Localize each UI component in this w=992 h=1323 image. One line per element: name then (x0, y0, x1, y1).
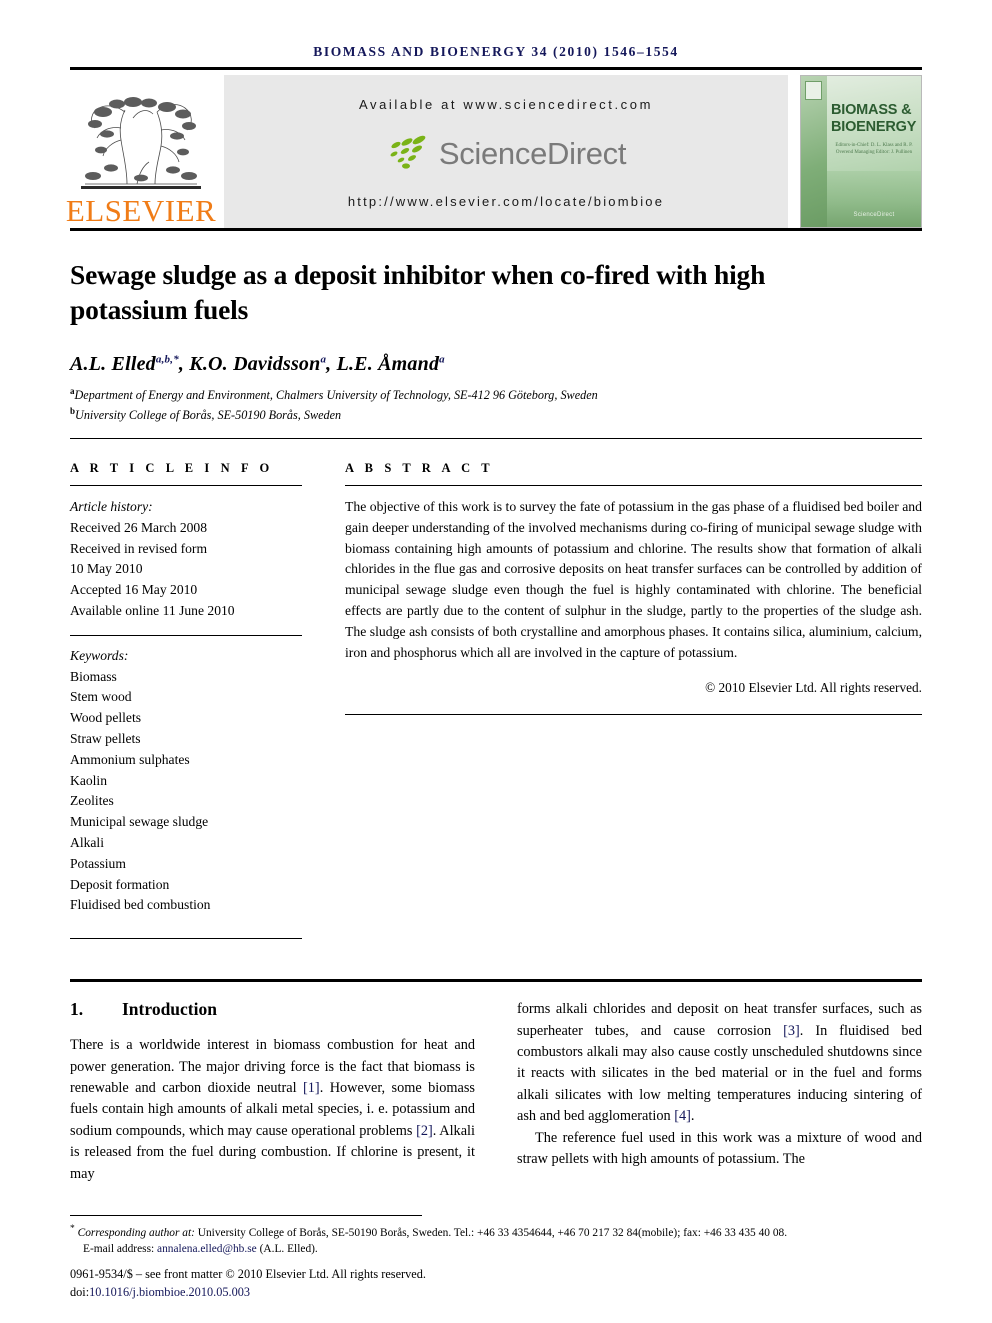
abstract-copyright: © 2010 Elsevier Ltd. All rights reserved… (705, 679, 922, 695)
cover-sciencedirect-logo: ScienceDirect (853, 212, 895, 218)
issn-doi-block: 0961-9534/$ – see front matter © 2010 El… (70, 1266, 922, 1301)
corresponding-author-note: * Corresponding author at: University Co… (70, 1223, 922, 1241)
paragraph: There is a worldwide interest in biomass… (70, 1035, 475, 1185)
keyword-item: Zeolites (70, 793, 114, 809)
sciencedirect-wordmark: ScienceDirect (438, 135, 627, 171)
author-affil-marker: a (320, 353, 327, 366)
header-rule-bottom (70, 228, 922, 231)
masthead: ELSEVIER Available at www.sciencedirect.… (66, 75, 922, 228)
available-at-text: Available at www.sciencedirect.com (358, 97, 654, 112)
cover-editors: Editors-in-Chief: D. L. Klass and R. P. … (835, 143, 913, 156)
sciencedirect-leaf-icon (390, 135, 426, 169)
author-affil-marker: a (439, 353, 445, 366)
body-column-right: forms alkali chlorides and deposit on he… (517, 999, 922, 1185)
section-number: 1. (70, 999, 84, 1020)
history-label: Article history: (70, 499, 153, 514)
column-gap (302, 461, 345, 939)
author-name: L.E. Åmand (336, 353, 440, 376)
author-name: K.O. Davidsson (189, 353, 321, 376)
abstract-column: A B S T R A C T The objective of this wo… (345, 461, 922, 939)
email-link[interactable]: annalena.elled@hb.se (157, 1243, 257, 1255)
email-label: E-mail address: (83, 1243, 155, 1256)
affiliation-list: aDepartment of Energy and Environment, C… (70, 385, 922, 424)
keyword-item: Stem wood (70, 689, 132, 705)
keyword-item: Kaolin (70, 772, 107, 788)
corresponding-label: Corresponding author at: (77, 1227, 195, 1239)
elsevier-wordmark: ELSEVIER (65, 193, 217, 228)
body-column-left: 1. Introduction There is a worldwide int… (70, 999, 475, 1185)
cover-title-line1: BIOMASS & (831, 102, 912, 118)
keywords-list: Keywords: Biomass Stem wood Wood pellets… (70, 636, 302, 916)
paragraph: The reference fuel used in this work was… (517, 1129, 922, 1168)
keyword-item: Ammonium sulphates (70, 751, 190, 767)
article-page: BIOMASS AND BIOENERGY 34 (2010) 1546–155… (0, 0, 992, 1323)
article-info-column: A R T I C L E I N F O Article history: R… (70, 461, 302, 940)
keyword-item: Potassium (70, 855, 126, 871)
keyword-item: Straw pellets (70, 730, 141, 746)
keyword-item: Municipal sewage sludge (70, 814, 209, 830)
history-item: Accepted 16 May 2010 (70, 582, 198, 598)
citation-ref-3[interactable]: [3] (783, 1023, 800, 1039)
author-name: A.L. Elled (70, 353, 156, 376)
history-item: 10 May 2010 (70, 561, 143, 577)
paragraph: forms alkali chlorides and deposit on he… (517, 999, 922, 1128)
history-item: Received in revised form (70, 540, 208, 556)
citation-ref-4[interactable]: [4] (674, 1108, 691, 1124)
keyword-item: Alkali (70, 834, 104, 850)
corresponding-text: University College of Borås, SE-50190 Bo… (194, 1227, 788, 1239)
author-affil-marker: a,b,* (155, 353, 179, 366)
body-column-gap (475, 999, 517, 1185)
affiliation-text: Department of Energy and Environment, Ch… (74, 388, 598, 403)
sciencedirect-banner: Available at www.sciencedirect.com Scien… (224, 75, 788, 228)
corresponding-marker: * (70, 1224, 75, 1235)
affiliation-text: University College of Borås, SE-50190 Bo… (75, 407, 342, 422)
body-columns: 1. Introduction There is a worldwide int… (70, 999, 922, 1185)
paragraph-text: . (690, 1108, 695, 1125)
keywords-bottom-rule (70, 938, 302, 940)
email-owner: (A.L. Elled). (259, 1243, 318, 1256)
affiliation-item: bUniversity College of Borås, SE-50190 B… (70, 405, 922, 424)
email-note: E-mail address: annalena.elled@hb.se (A.… (70, 1241, 922, 1257)
abstract-heading: A B S T R A C T (345, 461, 494, 475)
cover-title-line2: BIOENERGY (831, 118, 917, 135)
page-title: Sewage sludge as a deposit inhibitor whe… (70, 259, 766, 325)
footnote-block: * Corresponding author at: University Co… (70, 1223, 922, 1257)
cover-publisher-mark (805, 81, 822, 100)
doi-line: doi:10.1016/j.biombioe.2010.05.003 (70, 1284, 922, 1301)
keyword-item: Fluidised bed combustion (70, 897, 211, 913)
cover-title: BIOMASS & BIOENERGY (831, 102, 916, 136)
info-divider-rule (70, 438, 922, 439)
cover-grass-art (827, 171, 921, 227)
citation-ref-2[interactable]: [2] (416, 1123, 433, 1139)
author-list: A.L. Elleda,b,*, K.O. Davidssona, L.E. Å… (70, 353, 445, 376)
elsevier-logo: ELSEVIER (66, 75, 216, 228)
info-abstract-columns: A R T I C L E I N F O Article history: R… (70, 461, 922, 940)
doi-label: doi: (70, 1284, 90, 1299)
citation-ref-1[interactable]: [1] (303, 1080, 320, 1096)
affiliation-item: aDepartment of Energy and Environment, C… (70, 385, 922, 404)
history-item: Received 26 March 2008 (70, 519, 208, 535)
keyword-item: Deposit formation (70, 876, 170, 892)
abstract-bottom-rule (345, 713, 922, 715)
article-info-heading: A R T I C L E I N F O (70, 461, 274, 475)
issn-line: 0961-9534/$ – see front matter © 2010 El… (70, 1267, 426, 1282)
sciencedirect-logo: ScienceDirect (386, 134, 626, 172)
keyword-item: Wood pellets (70, 710, 142, 726)
header-rule-top (70, 67, 922, 70)
section-heading: 1. Introduction (70, 999, 475, 1020)
article-history: Article history: Received 26 March 2008 … (70, 486, 302, 622)
keyword-item: Biomass (70, 668, 117, 684)
keywords-label: Keywords: (70, 647, 129, 663)
journal-cover-thumbnail: BIOMASS & BIOENERGY Editors-in-Chief: D.… (800, 75, 922, 228)
running-head: BIOMASS AND BIOENERGY 34 (2010) 1546–155… (313, 44, 679, 59)
journal-url[interactable]: http://www.elsevier.com/locate/biombioe (348, 194, 664, 209)
abstract-text: The objective of this work is to survey … (345, 499, 922, 660)
section-title: Introduction (122, 999, 217, 1020)
history-item: Available online 11 June 2010 (70, 602, 235, 618)
doi-link[interactable]: 10.1016/j.biombioe.2010.05.003 (89, 1285, 250, 1299)
elsevier-tree-icon (77, 88, 205, 194)
footnote-rule (70, 1215, 422, 1217)
body-divider-rule (70, 979, 922, 983)
